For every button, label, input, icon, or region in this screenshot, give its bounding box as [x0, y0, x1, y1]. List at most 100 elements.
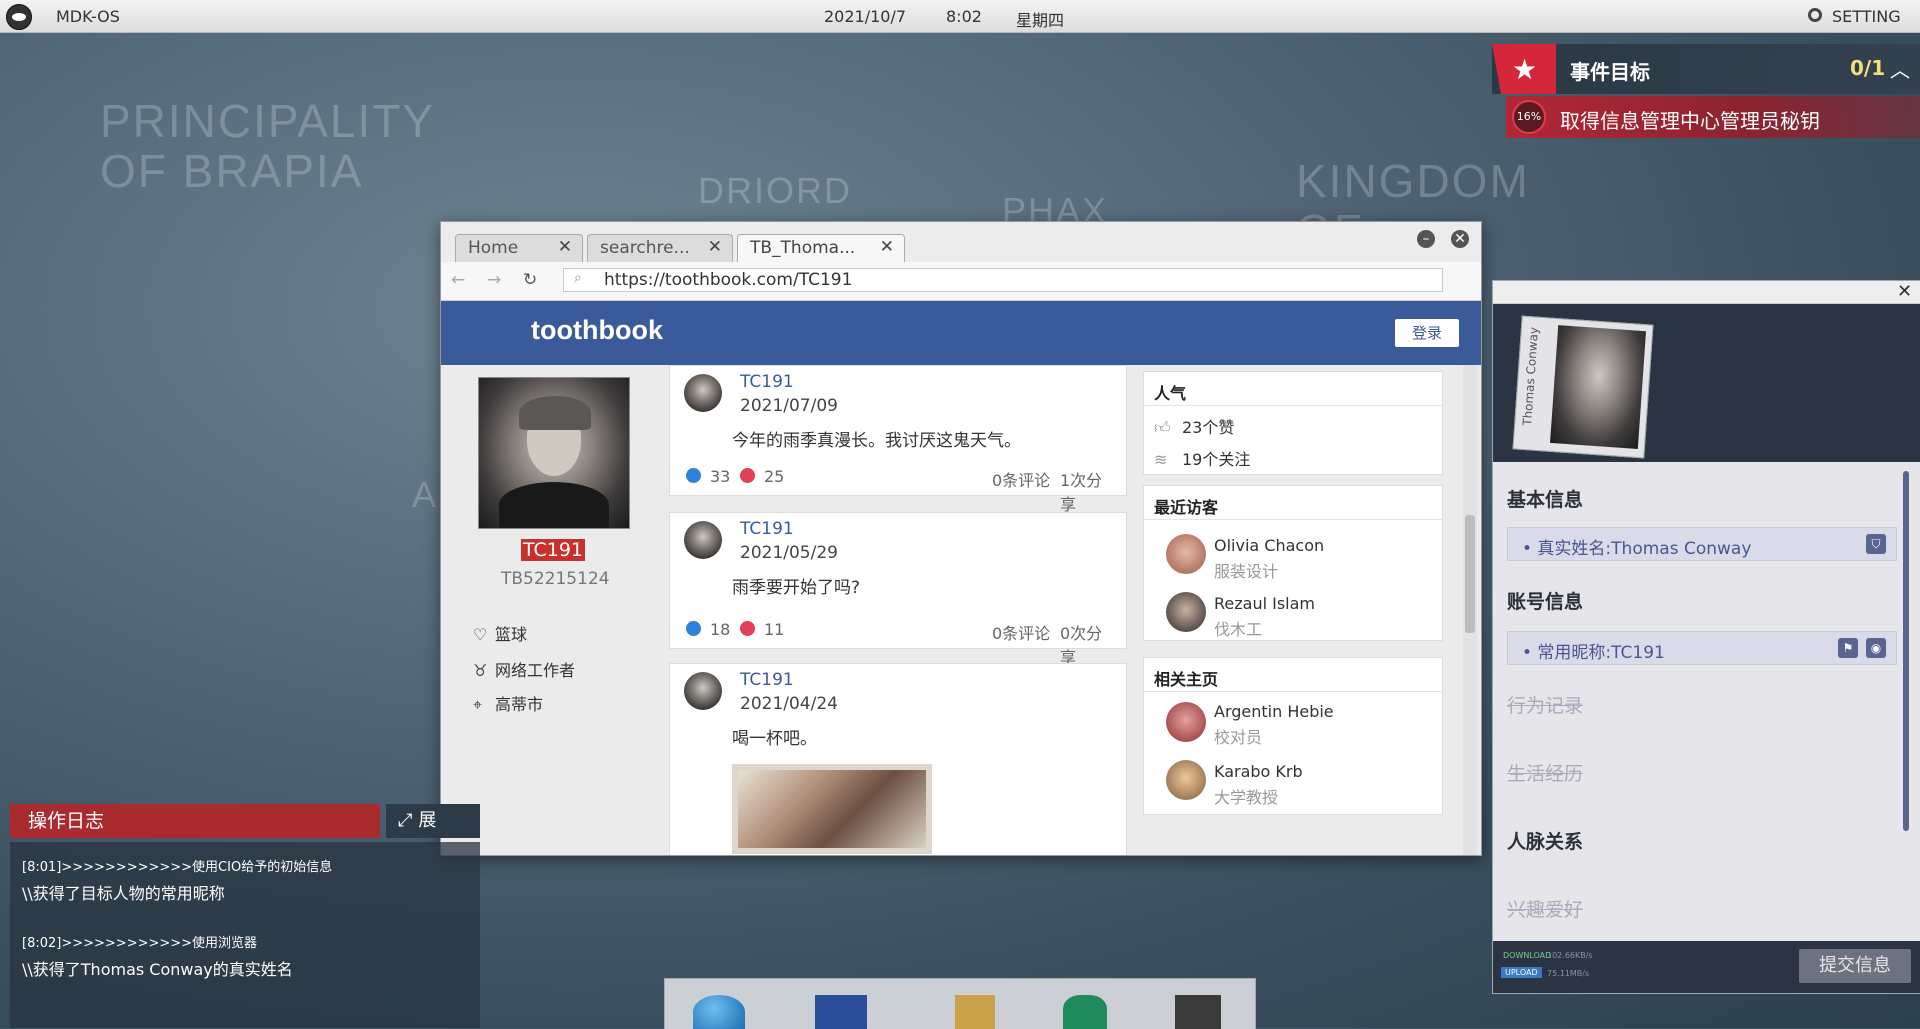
visitor-name[interactable]: Olivia Chacon — [1214, 536, 1324, 555]
share-count[interactable]: 0次分享 — [1060, 620, 1112, 668]
site-header: toothbook 登录 — [441, 301, 1481, 365]
mission-header[interactable]: ★ 事件目标 0/1 ︿ — [1492, 44, 1920, 94]
search-icon: ⌕ — [574, 270, 582, 286]
page-scrollbar-thumb[interactable] — [1465, 515, 1475, 633]
submit-info-button[interactable]: 提交信息 — [1799, 949, 1911, 983]
star-icon: ★ — [1512, 53, 1538, 86]
close-icon[interactable]: ✕ — [708, 237, 722, 257]
profile-user-id: TB52215124 — [501, 569, 610, 589]
comment-count[interactable]: 0条评论 — [992, 620, 1050, 644]
back-arrow-icon[interactable]: ← — [451, 270, 465, 290]
tie-icon: ♉ — [473, 661, 488, 680]
tab-strip: Home ✕ searchre... ✕ TB_Thoma... ✕ – ✕ — [441, 222, 1481, 262]
close-icon[interactable]: ✕ — [880, 237, 894, 257]
setting-button[interactable]: SETTING — [1832, 7, 1901, 26]
related-name[interactable]: Karabo Krb — [1214, 762, 1303, 781]
likes-row: 👍︎ 23个赞 — [1154, 414, 1234, 438]
visitor-job: 服装设计 — [1214, 562, 1279, 581]
comment-count[interactable]: 0条评论 — [992, 467, 1050, 491]
post-avatar[interactable] — [684, 521, 722, 559]
post-card: TC191 2021/04/24 喝一杯吧。 — [669, 663, 1127, 855]
card-title: 人气 — [1144, 372, 1442, 406]
field-text: • 真实姓名:Thomas Conway — [1522, 539, 1752, 559]
avatar[interactable] — [1166, 760, 1206, 800]
lock-icon[interactable] — [1063, 995, 1107, 1029]
field-text: • 常用昵称:TC191 — [1522, 643, 1665, 663]
minimize-icon[interactable]: – — [1417, 230, 1435, 248]
tag-icon[interactable]: ⚑ — [1838, 638, 1858, 658]
log-entry-message: \\获得了目标人物的常用昵称 — [22, 884, 225, 903]
tab-searchresults[interactable]: searchre... ✕ — [587, 234, 733, 262]
rss-icon: ≋ — [1154, 450, 1168, 469]
avatar[interactable] — [1166, 592, 1206, 632]
close-icon[interactable]: ✕ — [558, 237, 572, 257]
reload-icon[interactable]: ↻ — [523, 270, 537, 290]
post-author[interactable]: TC191 — [740, 670, 794, 690]
system-date: 2021/10/7 — [824, 7, 907, 26]
system-time: 8:02 — [946, 7, 982, 26]
tools-icon[interactable] — [1175, 995, 1221, 1029]
related-job: 校对员 — [1214, 728, 1263, 747]
download-value: 102.66KB/s — [1547, 951, 1593, 960]
post-author[interactable]: TC191 — [740, 519, 794, 539]
globe-icon[interactable] — [693, 995, 745, 1029]
tab-label: Home — [468, 238, 519, 258]
post-avatar[interactable] — [684, 374, 722, 412]
like-icon[interactable] — [686, 468, 701, 483]
mission-task: 16% 取得信息管理中心管理员秘钥 — [1506, 96, 1920, 138]
globe-icon[interactable]: ◉ — [1866, 638, 1886, 658]
expand-label: 展 — [418, 810, 437, 831]
chevron-up-icon[interactable]: ︿ — [1890, 54, 1910, 83]
section-basic-info: 基本信息 — [1507, 489, 1584, 511]
post-author[interactable]: TC191 — [740, 372, 794, 392]
sql-icon[interactable] — [955, 995, 995, 1029]
expand-log-button[interactable]: ⤢ 展 — [386, 804, 480, 838]
forward-arrow-icon[interactable]: → — [487, 270, 501, 290]
heart-icon[interactable] — [740, 621, 755, 636]
share-count[interactable]: 1次分享 — [1060, 467, 1112, 515]
target-photo-image — [1550, 325, 1647, 449]
post-card: TC191 2021/05/29 雨季要开始了吗? 18 11 0条评论 0次分… — [669, 512, 1127, 667]
visitor-job: 伐木工 — [1214, 620, 1263, 639]
related-name[interactable]: Argentin Hebie — [1214, 702, 1334, 721]
close-window-icon[interactable]: ✕ — [1451, 230, 1469, 248]
mission-title: 事件目标 — [1570, 60, 1650, 84]
os-name: MDK-OS — [56, 7, 120, 26]
heart-icon[interactable] — [740, 468, 755, 483]
url-text: https://toothbook.com/TC191 — [604, 270, 853, 290]
avatar[interactable] — [1166, 702, 1206, 742]
avatar[interactable] — [1166, 534, 1206, 574]
field-nickname[interactable]: • 常用昵称:TC191 ⚑ ◉ — [1507, 631, 1897, 665]
section-hobby: 兴趣爱好 — [1507, 899, 1584, 921]
related-job: 大学教授 — [1214, 788, 1279, 807]
close-icon[interactable]: ✕ — [1897, 281, 1912, 302]
post-date: 2021/05/29 — [740, 543, 838, 563]
log-entry-meta: [8:02]>>>>>>>>>>>>使用浏览器 — [22, 936, 258, 951]
section-behavior: 行为记录 — [1507, 695, 1584, 717]
login-button[interactable]: 登录 — [1395, 319, 1459, 347]
shield-icon[interactable]: ⛉ — [1866, 534, 1886, 554]
visitor-name[interactable]: Rezaul Islam — [1214, 594, 1315, 613]
follows-text: 19个关注 — [1182, 450, 1251, 469]
likes-text: 23个赞 — [1182, 418, 1235, 437]
url-input[interactable]: ⌕ https://toothbook.com/TC191 — [563, 268, 1443, 292]
heart-count: 25 — [764, 467, 785, 486]
target-photo-name: Thomas Conway — [1520, 326, 1542, 427]
field-real-name[interactable]: • 真实姓名:Thomas Conway ⛉ — [1507, 527, 1897, 561]
tab-profile[interactable]: TB_Thoma... ✕ — [737, 234, 905, 262]
mail-icon[interactable] — [815, 995, 867, 1029]
like-count: 33 — [710, 467, 731, 486]
post-image[interactable] — [732, 764, 932, 854]
site-logo[interactable]: toothbook — [531, 315, 663, 346]
post-feed: TC191 2021/07/09 今年的雨季真漫长。我讨厌这鬼天气。 33 25… — [669, 365, 1129, 855]
location-icon: ⌖ — [473, 695, 483, 714]
tab-home[interactable]: Home ✕ — [455, 234, 583, 262]
gear-icon[interactable] — [1808, 8, 1822, 22]
post-avatar[interactable] — [684, 672, 722, 710]
profile-avatar — [478, 377, 630, 529]
dossier-scrollbar[interactable] — [1903, 471, 1909, 831]
dossier-photo-area: Thomas Conway — [1493, 304, 1920, 462]
os-logo-icon[interactable] — [6, 4, 32, 30]
like-icon[interactable] — [686, 621, 701, 636]
profile-username[interactable]: TC191 — [521, 539, 586, 561]
